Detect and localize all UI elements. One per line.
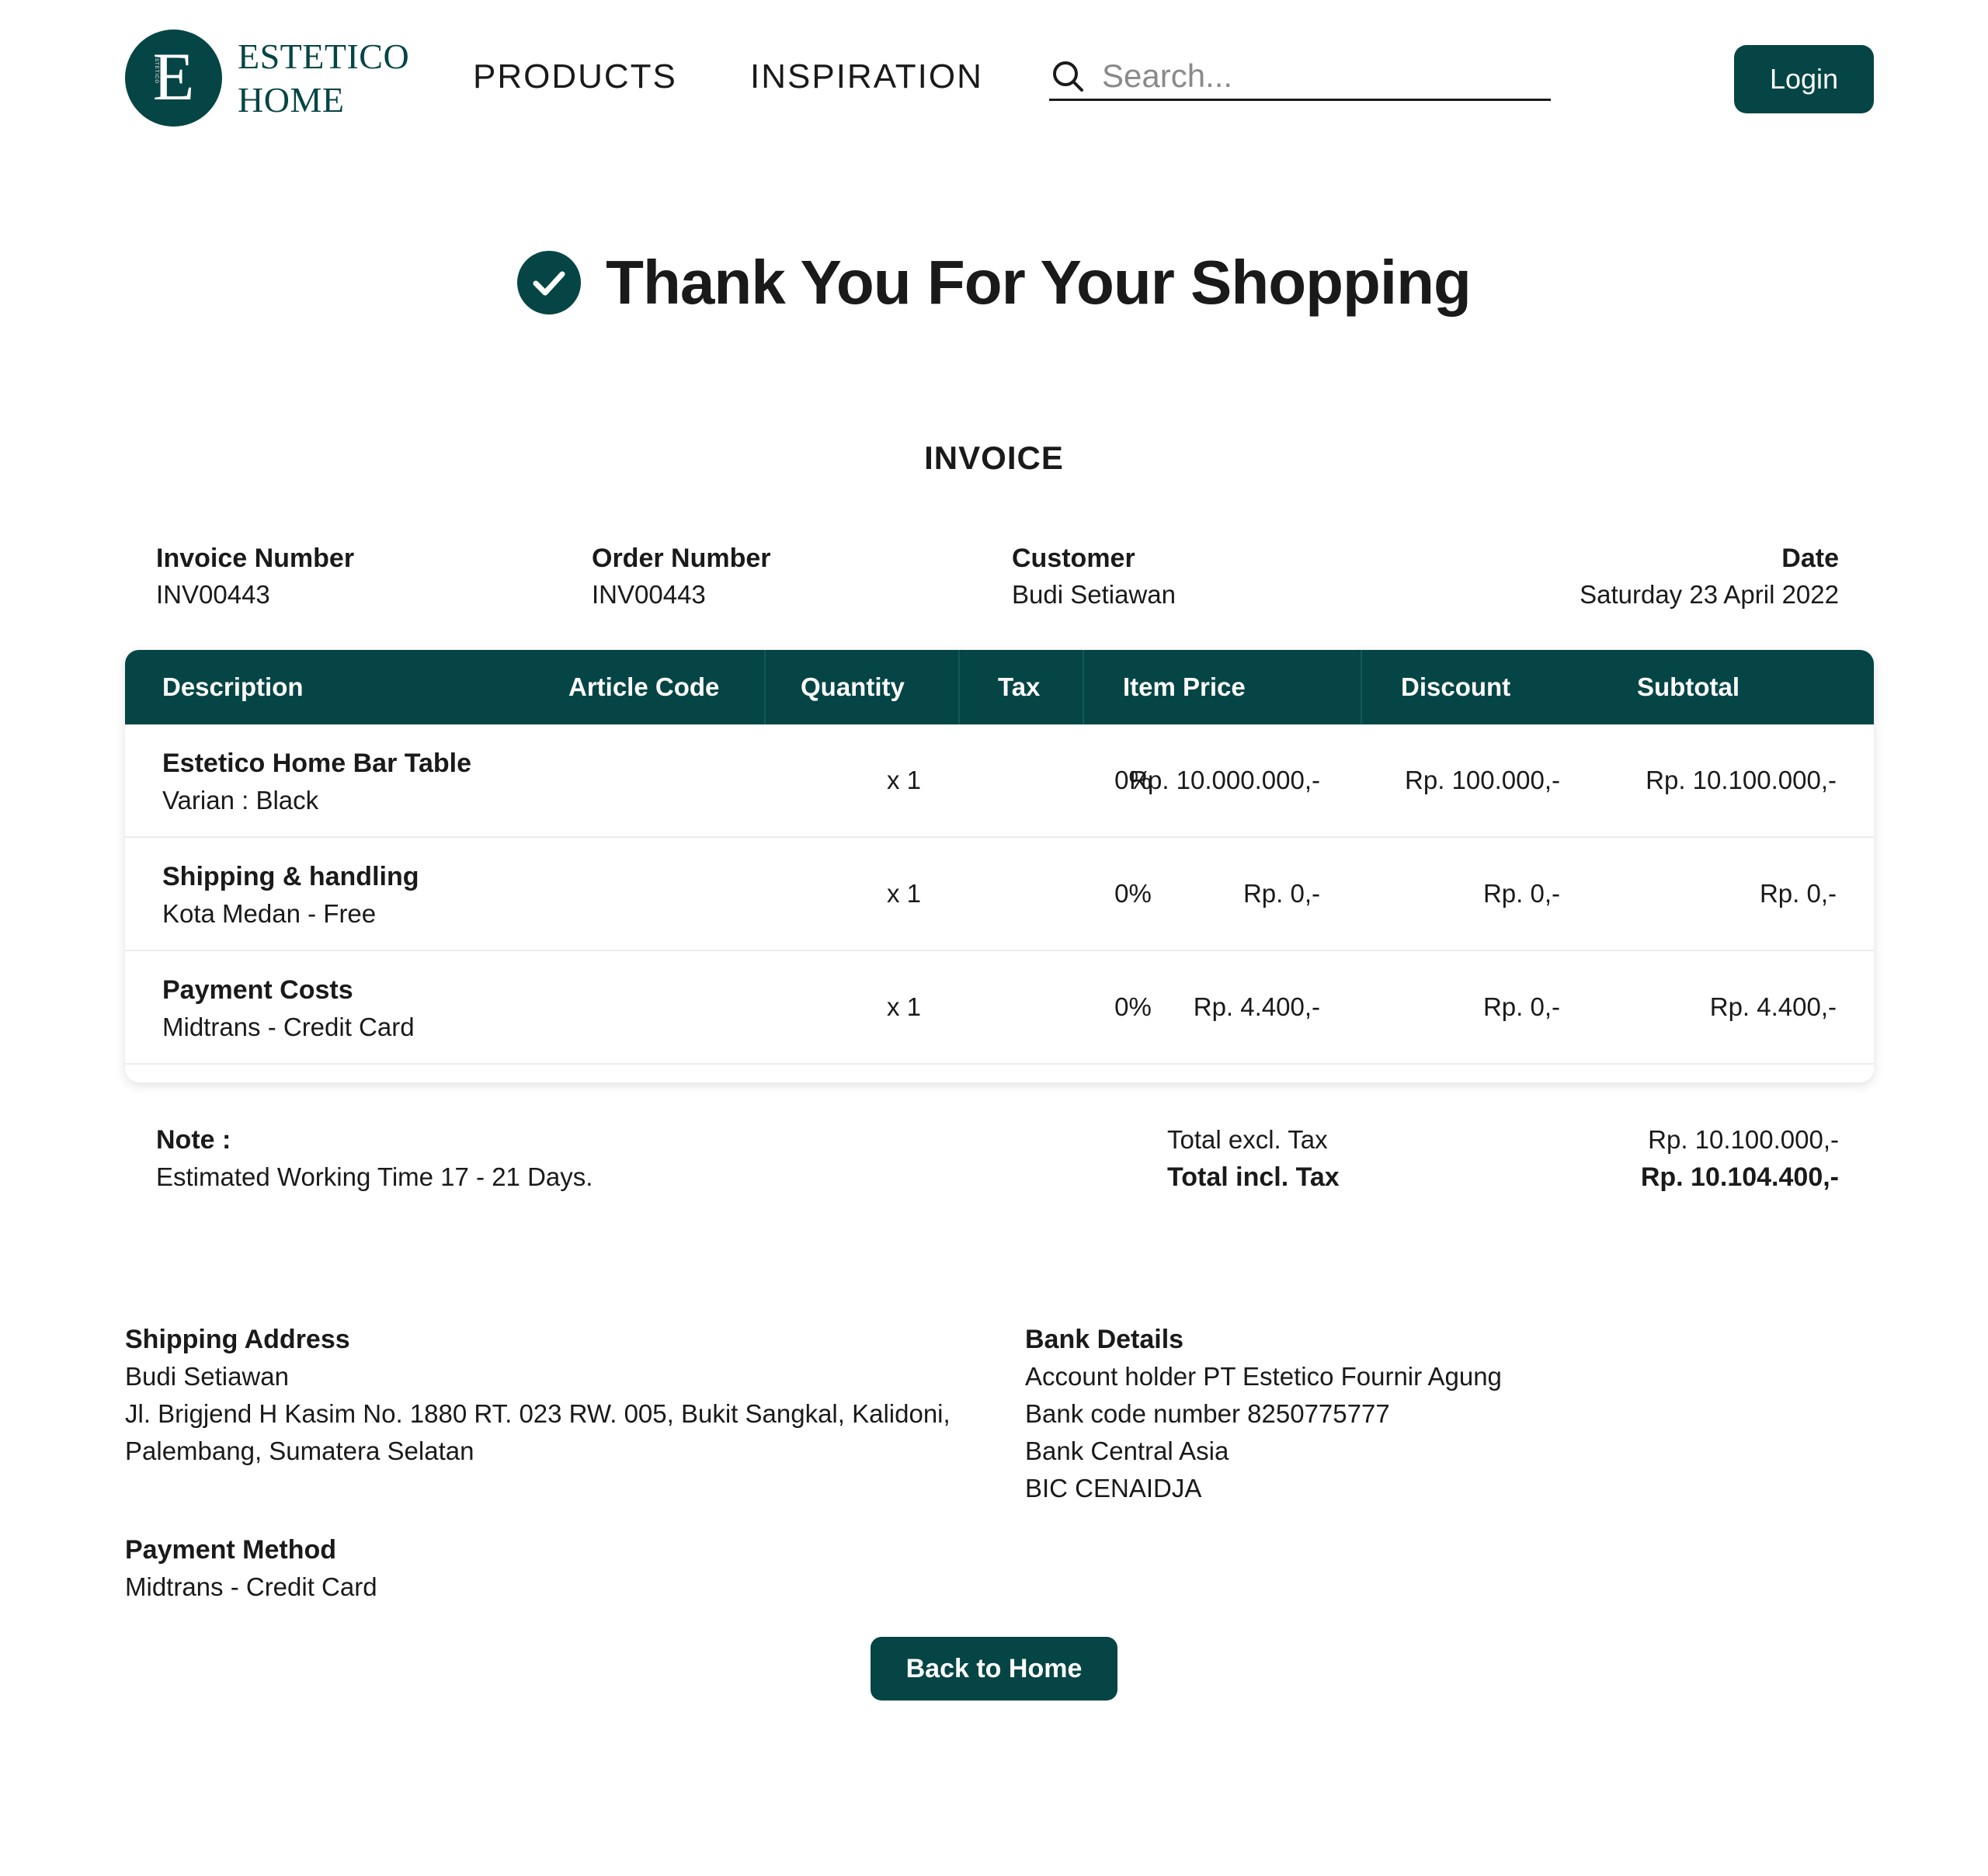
totals-values: Rp. 10.100.000,- Rp. 10.104.400,- <box>1641 1121 1839 1196</box>
row-tax: 0% <box>1114 992 1152 1021</box>
bank-code-number: Bank code number 8250775777 <box>1025 1399 1390 1428</box>
logo-wordmark-line1: ESTETICO <box>238 36 410 76</box>
row-quantity: x 1 <box>886 766 922 794</box>
col-item-price: Item Price <box>1123 672 1246 701</box>
customer-block: Customer Budi Setiawan <box>1012 540 1176 613</box>
bank-account-holder: Account holder PT Estetico Fournir Agung <box>1025 1362 1502 1391</box>
totals-labels: Total excl. Tax Total incl. Tax <box>1167 1121 1340 1196</box>
shipping-address-label: Shipping Address <box>125 1325 350 1354</box>
row-subtotal: Rp. 10.100.000,- <box>1646 766 1837 794</box>
thank-you-title: Thank You For Your Shopping <box>606 248 1472 317</box>
shipping-line2: Palembang, Sumatera Selatan <box>125 1437 474 1465</box>
row-description: Payment Costs Midtrans - Credit Card <box>162 971 415 1046</box>
search-bar <box>1049 53 1551 101</box>
date-block: Date Saturday 23 April 2022 <box>1580 540 1839 613</box>
customer-value: Budi Setiawan <box>1012 580 1176 609</box>
row-tax: 0% <box>1114 879 1152 908</box>
brand-logo[interactable]: E ESTETICO ESTETICO HOME <box>125 30 409 127</box>
invoice-number-value: INV00443 <box>156 580 270 609</box>
date-value: Saturday 23 April 2022 <box>1580 580 1839 609</box>
shipping-address-block: Shipping Address Budi Setiawan Jl. Brigj… <box>125 1321 951 1470</box>
row-title: Payment Costs <box>162 975 353 1005</box>
row-quantity: x 1 <box>886 992 922 1021</box>
row-quantity: x 1 <box>886 879 922 908</box>
thank-you-banner: Thank You For Your Shopping <box>0 247 1988 318</box>
shipping-name: Budi Setiawan <box>125 1362 289 1391</box>
row-item-price: Rp. 10.000.000,- <box>1129 766 1320 794</box>
row-description: Shipping & handling Kota Medan - Free <box>162 858 419 933</box>
row-title: Shipping & handling <box>162 862 419 891</box>
row-subtotal: Rp. 0,- <box>1759 879 1837 908</box>
row-title: Estetico Home Bar Table <box>162 749 472 778</box>
table-row: Shipping & handling Kota Medan - Free x … <box>125 838 1874 951</box>
invoice-title: INVOICE <box>924 439 1064 476</box>
column-divider <box>764 650 766 724</box>
invoice-table: Description Article Code Quantity Tax It… <box>125 650 1874 1082</box>
logo-wordmark-line2: HOME <box>238 79 345 120</box>
order-number-label: Order Number <box>592 544 771 573</box>
customer-label: Customer <box>1012 544 1135 573</box>
col-description: Description <box>162 672 304 701</box>
row-discount: Rp. 0,- <box>1482 879 1560 908</box>
note-block: Note : Estimated Working Time 17 - 21 Da… <box>156 1121 593 1196</box>
col-tax: Tax <box>998 672 1041 701</box>
logo-letter: E <box>152 39 195 115</box>
row-subtitle: Varian : Black <box>162 786 319 815</box>
row-subtitle: Midtrans - Credit Card <box>162 1013 415 1041</box>
invoice-page: E ESTETICO ESTETICO HOME PRODUCTS INSPIR… <box>0 0 1988 1876</box>
column-divider <box>1083 650 1084 724</box>
note-label: Note : <box>156 1125 231 1155</box>
logo-wordmark: ESTETICO HOME <box>238 35 409 122</box>
total-incl-tax-value: Rp. 10.104.400,- <box>1640 1162 1839 1192</box>
search-icon[interactable] <box>1049 57 1086 95</box>
header: E ESTETICO ESTETICO HOME PRODUCTS INSPIR… <box>125 30 1874 129</box>
total-excl-tax-label: Total excl. Tax <box>1167 1125 1328 1154</box>
payment-method-block: Payment Method Midtrans - Credit Card <box>125 1531 377 1606</box>
bank-bic: BIC CENAIDJA <box>1025 1474 1202 1503</box>
row-discount: Rp. 100.000,- <box>1405 766 1560 794</box>
total-excl-tax-value: Rp. 10.100.000,- <box>1648 1125 1839 1154</box>
search-input[interactable] <box>1102 57 1537 95</box>
order-number-value: INV00443 <box>592 580 706 609</box>
date-label: Date <box>1781 544 1839 573</box>
total-incl-tax-label: Total incl. Tax <box>1167 1162 1340 1192</box>
bank-name: Bank Central Asia <box>1025 1437 1229 1465</box>
row-subtitle: Kota Medan - Free <box>162 899 377 928</box>
invoice-number-block: Invoice Number INV00443 <box>156 540 354 613</box>
note-text: Estimated Working Time 17 - 21 Days. <box>156 1162 593 1191</box>
column-divider <box>958 650 960 724</box>
col-quantity: Quantity <box>801 672 905 701</box>
shipping-line1: Jl. Brigjend H Kasim No. 1880 RT. 023 RW… <box>125 1399 951 1428</box>
col-discount: Discount <box>1401 672 1511 701</box>
back-to-home-button[interactable]: Back to Home <box>871 1637 1117 1701</box>
table-header: Description Article Code Quantity Tax It… <box>125 650 1874 724</box>
payment-method-label: Payment Method <box>125 1535 337 1565</box>
invoice-number-label: Invoice Number <box>156 544 355 573</box>
logo-side-text: ESTETICO <box>154 54 158 85</box>
row-description: Estetico Home Bar Table Varian : Black <box>162 745 471 819</box>
column-divider <box>1361 650 1362 724</box>
table-row: Estetico Home Bar Table Varian : Black x… <box>125 724 1874 838</box>
bank-details-label: Bank Details <box>1025 1325 1184 1354</box>
row-item-price: Rp. 0,- <box>1242 879 1320 908</box>
check-circle-icon <box>517 251 582 314</box>
col-subtotal: Subtotal <box>1637 672 1740 701</box>
nav-inspiration[interactable]: INSPIRATION <box>750 57 983 96</box>
nav-products[interactable]: PRODUCTS <box>473 57 677 96</box>
table-row: Payment Costs Midtrans - Credit Card x 1… <box>125 951 1874 1065</box>
row-discount: Rp. 0,- <box>1482 992 1560 1021</box>
row-item-price: Rp. 4.400,- <box>1193 992 1320 1021</box>
payment-method-value: Midtrans - Credit Card <box>125 1572 377 1601</box>
row-subtotal: Rp. 4.400,- <box>1709 992 1837 1021</box>
order-number-block: Order Number INV00443 <box>592 540 771 613</box>
logo-emblem: E ESTETICO <box>125 30 222 127</box>
col-article-code: Article Code <box>568 672 720 701</box>
bank-details-block: Bank Details Account holder PT Estetico … <box>1025 1321 1502 1507</box>
login-button[interactable]: Login <box>1734 45 1874 113</box>
